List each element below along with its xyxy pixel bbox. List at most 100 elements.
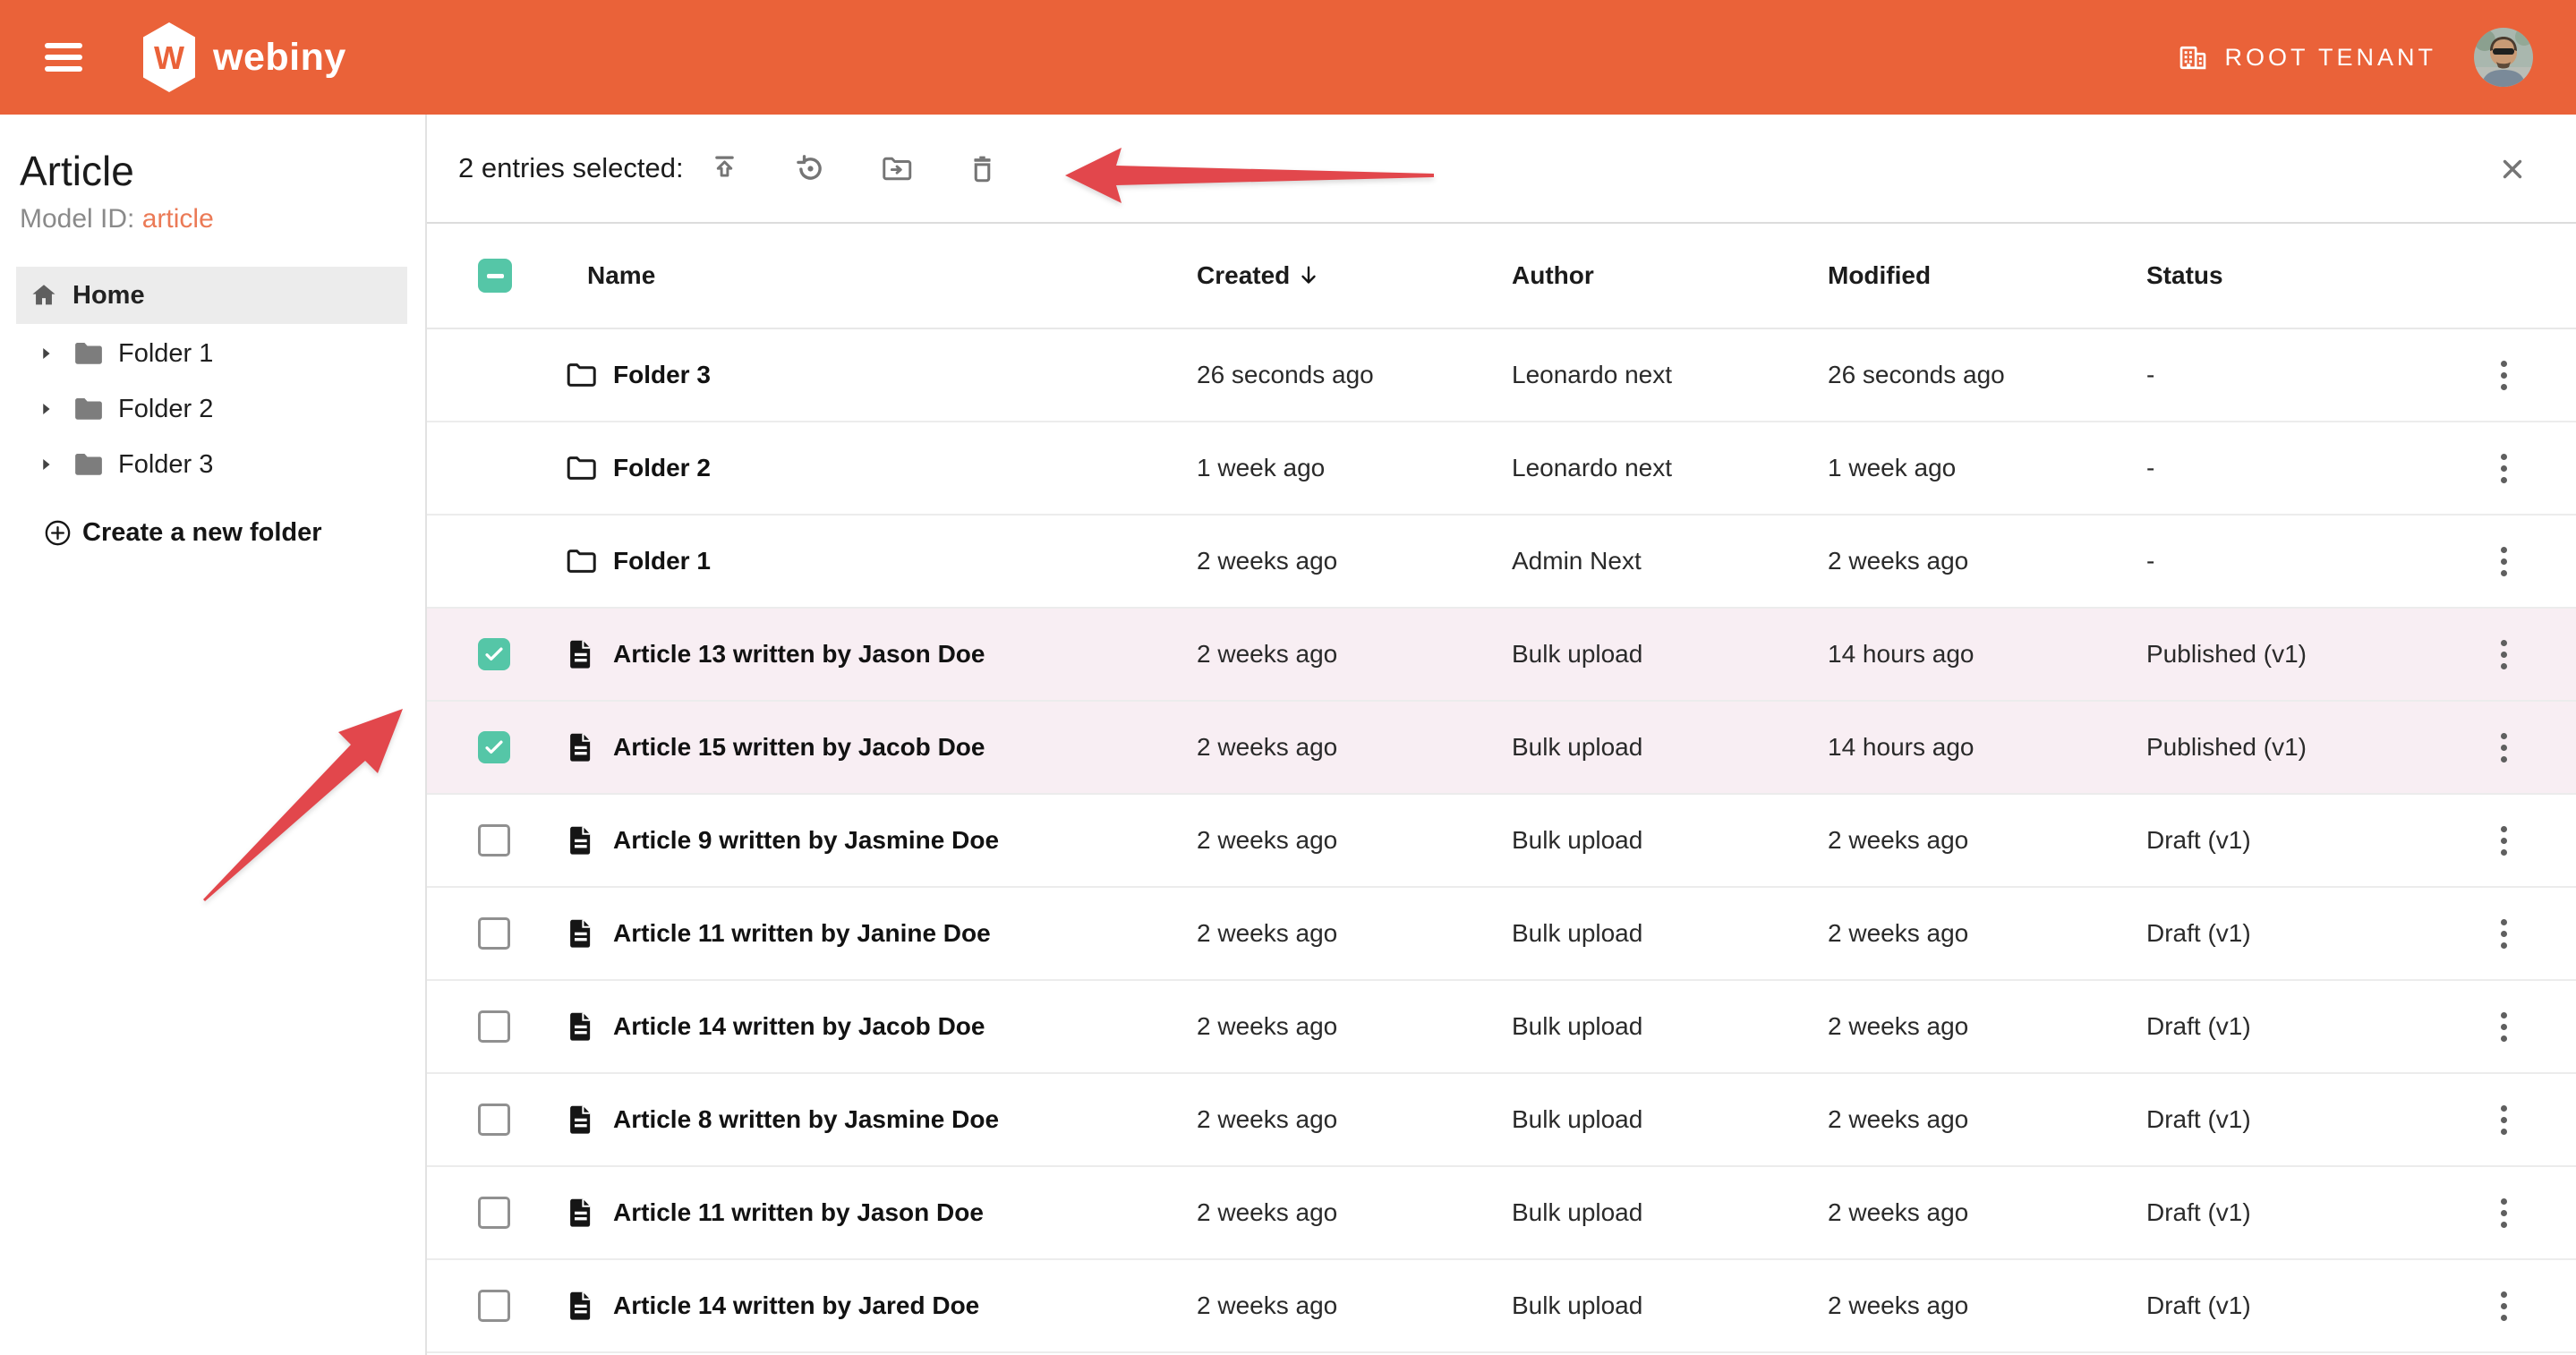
- modified-cell: 2 weeks ago: [1828, 1012, 2146, 1041]
- entry-name: Article 11 written by Jason Doe: [613, 1198, 984, 1227]
- row-menu-button[interactable]: [2494, 633, 2514, 677]
- column-header-name[interactable]: Name: [564, 261, 1197, 290]
- move-to-folder-button[interactable]: [872, 143, 922, 193]
- sidebar-item-home[interactable]: Home: [16, 267, 407, 324]
- table-row[interactable]: Article 11 written by Jason Doe 2 weeks …: [427, 1167, 2576, 1260]
- created-cell: 2 weeks ago: [1197, 1291, 1512, 1320]
- modified-cell: 2 weeks ago: [1828, 919, 2146, 948]
- row-checkbox[interactable]: [478, 824, 510, 856]
- table-row[interactable]: Folder 1 2 weeks ago Admin Next 2 weeks …: [427, 516, 2576, 609]
- folder-tree: Folder 1 Folder 2 Folder 3: [0, 326, 425, 492]
- column-header-author[interactable]: Author: [1512, 261, 1828, 290]
- entries-panel: 2 entries selected:: [427, 115, 2576, 1355]
- author-cell: Bulk upload: [1512, 1291, 1828, 1320]
- table-row[interactable]: Article 13 written by Jason Doe 2 weeks …: [427, 609, 2576, 702]
- webiny-logo[interactable]: W webiny: [140, 21, 346, 94]
- status-cell: Draft (v1): [2146, 1105, 2432, 1134]
- folder-label: Folder 3: [118, 450, 213, 480]
- entry-name: Article 9 written by Jasmine Doe: [613, 826, 999, 855]
- row-menu-button[interactable]: [2494, 819, 2514, 863]
- created-cell: 2 weeks ago: [1197, 826, 1512, 855]
- publish-icon: [708, 152, 741, 185]
- status-cell: -: [2146, 547, 2432, 575]
- row-checkbox[interactable]: [478, 638, 510, 670]
- created-cell: 2 weeks ago: [1197, 547, 1512, 575]
- author-cell: Admin Next: [1512, 547, 1828, 575]
- user-avatar[interactable]: [2474, 28, 2533, 87]
- tree-item-folder-2[interactable]: Folder 2: [0, 381, 425, 437]
- chevron-right-icon[interactable]: [36, 455, 55, 474]
- author-cell: Leonardo next: [1512, 454, 1828, 482]
- tree-item-folder-1[interactable]: Folder 1: [0, 326, 425, 381]
- row-checkbox[interactable]: [478, 1197, 510, 1229]
- unpublish-button[interactable]: [786, 143, 836, 193]
- close-selection-button[interactable]: [2494, 150, 2531, 188]
- status-cell: Published (v1): [2146, 640, 2432, 669]
- table-row[interactable]: Article 15 written by Jacob Doe 2 weeks …: [427, 702, 2576, 795]
- article-file-icon: [564, 1010, 598, 1044]
- tenant-selector[interactable]: ROOT TENANT: [2176, 40, 2436, 74]
- restore-icon: [794, 152, 827, 185]
- author-cell: Bulk upload: [1512, 640, 1828, 669]
- table-row[interactable]: Folder 3 26 seconds ago Leonardo next 26…: [427, 329, 2576, 422]
- hamburger-menu-icon[interactable]: [45, 43, 82, 72]
- row-menu-button[interactable]: [2494, 447, 2514, 490]
- logo-hexagon-icon: W: [140, 21, 199, 94]
- table-row[interactable]: Article 9 written by Jasmine Doe 2 weeks…: [427, 795, 2576, 888]
- row-menu-button[interactable]: [2494, 726, 2514, 770]
- publish-button[interactable]: [700, 143, 750, 193]
- table-row[interactable]: Folder 2 1 week ago Leonardo next 1 week…: [427, 422, 2576, 516]
- row-checkbox[interactable]: [478, 917, 510, 950]
- column-header-created[interactable]: Created: [1197, 261, 1512, 290]
- select-all-checkbox[interactable]: [478, 259, 512, 293]
- modified-cell: 2 weeks ago: [1828, 1198, 2146, 1227]
- author-cell: Leonardo next: [1512, 361, 1828, 389]
- folder-label: Folder 2: [118, 395, 213, 424]
- status-cell: Draft (v1): [2146, 826, 2432, 855]
- checkmark-icon: [482, 642, 507, 667]
- table-row[interactable]: Article 11 written by Janine Doe 2 weeks…: [427, 888, 2576, 981]
- article-file-icon: [564, 916, 598, 950]
- row-menu-button[interactable]: [2494, 1191, 2514, 1235]
- webiny-cms-app: W webiny ROOT TENANT: [0, 0, 2576, 1355]
- folder-icon: [72, 392, 106, 426]
- row-menu-button[interactable]: [2494, 354, 2514, 397]
- selected-count-text: 2 entries selected:: [458, 152, 684, 184]
- home-icon: [30, 281, 58, 310]
- folder-row-icon: [564, 451, 598, 485]
- column-header-modified[interactable]: Modified: [1828, 261, 2146, 290]
- create-folder-button[interactable]: Create a new folder: [0, 505, 425, 560]
- created-cell: 2 weeks ago: [1197, 919, 1512, 948]
- row-menu-button[interactable]: [2494, 1005, 2514, 1049]
- row-menu-button[interactable]: [2494, 1098, 2514, 1142]
- row-menu-button[interactable]: [2494, 1284, 2514, 1328]
- row-checkbox[interactable]: [478, 1010, 510, 1043]
- status-cell: -: [2146, 361, 2432, 389]
- row-menu-button[interactable]: [2494, 912, 2514, 956]
- model-id-label: Model ID:: [20, 204, 134, 234]
- modified-cell: 2 weeks ago: [1828, 1105, 2146, 1134]
- chevron-right-icon[interactable]: [36, 344, 55, 363]
- modified-cell: 2 weeks ago: [1828, 547, 2146, 575]
- table-row[interactable]: Article 8 written by Jasmine Doe 2 weeks…: [427, 1074, 2576, 1167]
- tree-item-folder-3[interactable]: Folder 3: [0, 437, 425, 492]
- author-cell: Bulk upload: [1512, 733, 1828, 762]
- table-row[interactable]: Article 14 written by Jared Doe 2 weeks …: [427, 1260, 2576, 1353]
- folder-label: Folder 1: [118, 339, 213, 369]
- tenant-label: ROOT TENANT: [2224, 44, 2436, 72]
- chevron-right-icon[interactable]: [36, 399, 55, 419]
- article-file-icon: [564, 1196, 598, 1230]
- created-cell: 2 weeks ago: [1197, 1012, 1512, 1041]
- delete-button[interactable]: [958, 143, 1008, 193]
- modified-cell: 14 hours ago: [1828, 733, 2146, 762]
- table-row[interactable]: Article 14 written by Jacob Doe 2 weeks …: [427, 981, 2576, 1074]
- status-cell: Draft (v1): [2146, 919, 2432, 948]
- column-header-status[interactable]: Status: [2146, 261, 2432, 290]
- row-menu-button[interactable]: [2494, 540, 2514, 584]
- row-checkbox[interactable]: [478, 731, 510, 763]
- status-cell: Draft (v1): [2146, 1198, 2432, 1227]
- row-checkbox[interactable]: [478, 1290, 510, 1322]
- row-checkbox[interactable]: [478, 1104, 510, 1136]
- entry-name: Article 11 written by Janine Doe: [613, 919, 991, 948]
- folder-icon: [72, 337, 106, 371]
